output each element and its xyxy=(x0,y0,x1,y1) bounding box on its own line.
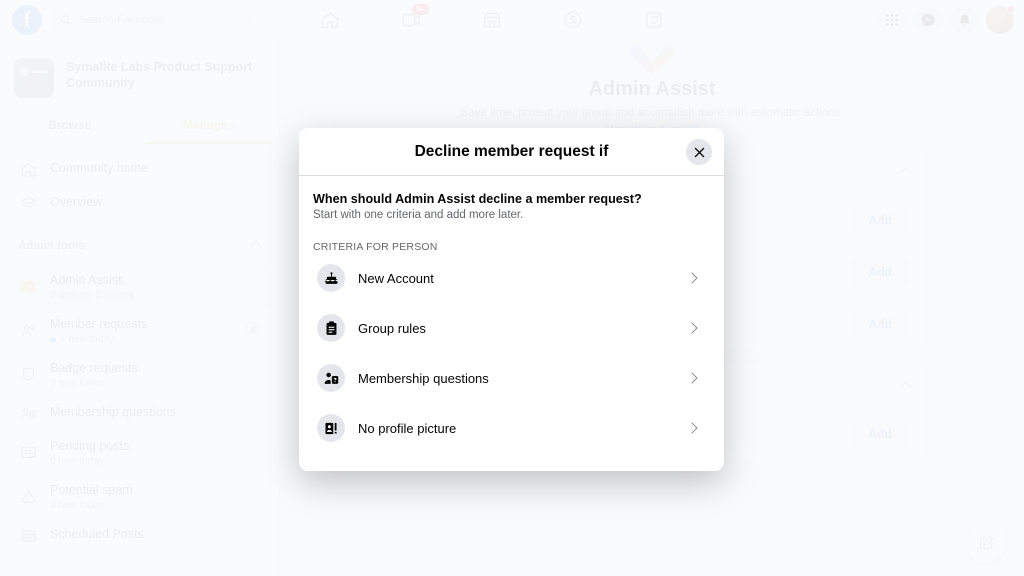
modal-subtitle: Start with one criteria and add more lat… xyxy=(313,209,710,221)
criteria-option-group-rules[interactable]: Group rules xyxy=(313,303,710,353)
close-icon[interactable] xyxy=(686,139,712,165)
chevron-right-icon xyxy=(686,272,697,283)
chevron-right-icon xyxy=(686,322,697,333)
modal-body: When should Admin Assist decline a membe… xyxy=(299,176,724,471)
clipboard-icon xyxy=(317,314,345,342)
modal-section-label: CRITERIA FOR PERSON xyxy=(313,241,710,253)
criteria-option-no-profile-picture[interactable]: No profile picture xyxy=(313,403,710,453)
criteria-option-label: New Account xyxy=(358,271,675,286)
decline-member-request-modal: Decline member request if When should Ad… xyxy=(299,128,724,471)
criteria-option-membership-questions[interactable]: Membership questions xyxy=(313,353,710,403)
modal-header: Decline member request if xyxy=(299,128,724,176)
app-root: f Search Facebook xyxy=(0,0,1024,576)
modal-question: When should Admin Assist decline a membe… xyxy=(313,192,710,206)
chevron-right-icon xyxy=(686,372,697,383)
criteria-option-label: No profile picture xyxy=(358,421,675,436)
criteria-option-new-account[interactable]: New Account xyxy=(313,253,710,303)
modal-title: Decline member request if xyxy=(415,143,609,161)
criteria-option-label: Membership questions xyxy=(358,371,675,386)
person-question-icon xyxy=(317,364,345,392)
no-profile-picture-icon xyxy=(317,414,345,442)
chevron-right-icon xyxy=(686,422,697,433)
criteria-option-label: Group rules xyxy=(358,321,675,336)
birthday-cake-icon xyxy=(317,264,345,292)
